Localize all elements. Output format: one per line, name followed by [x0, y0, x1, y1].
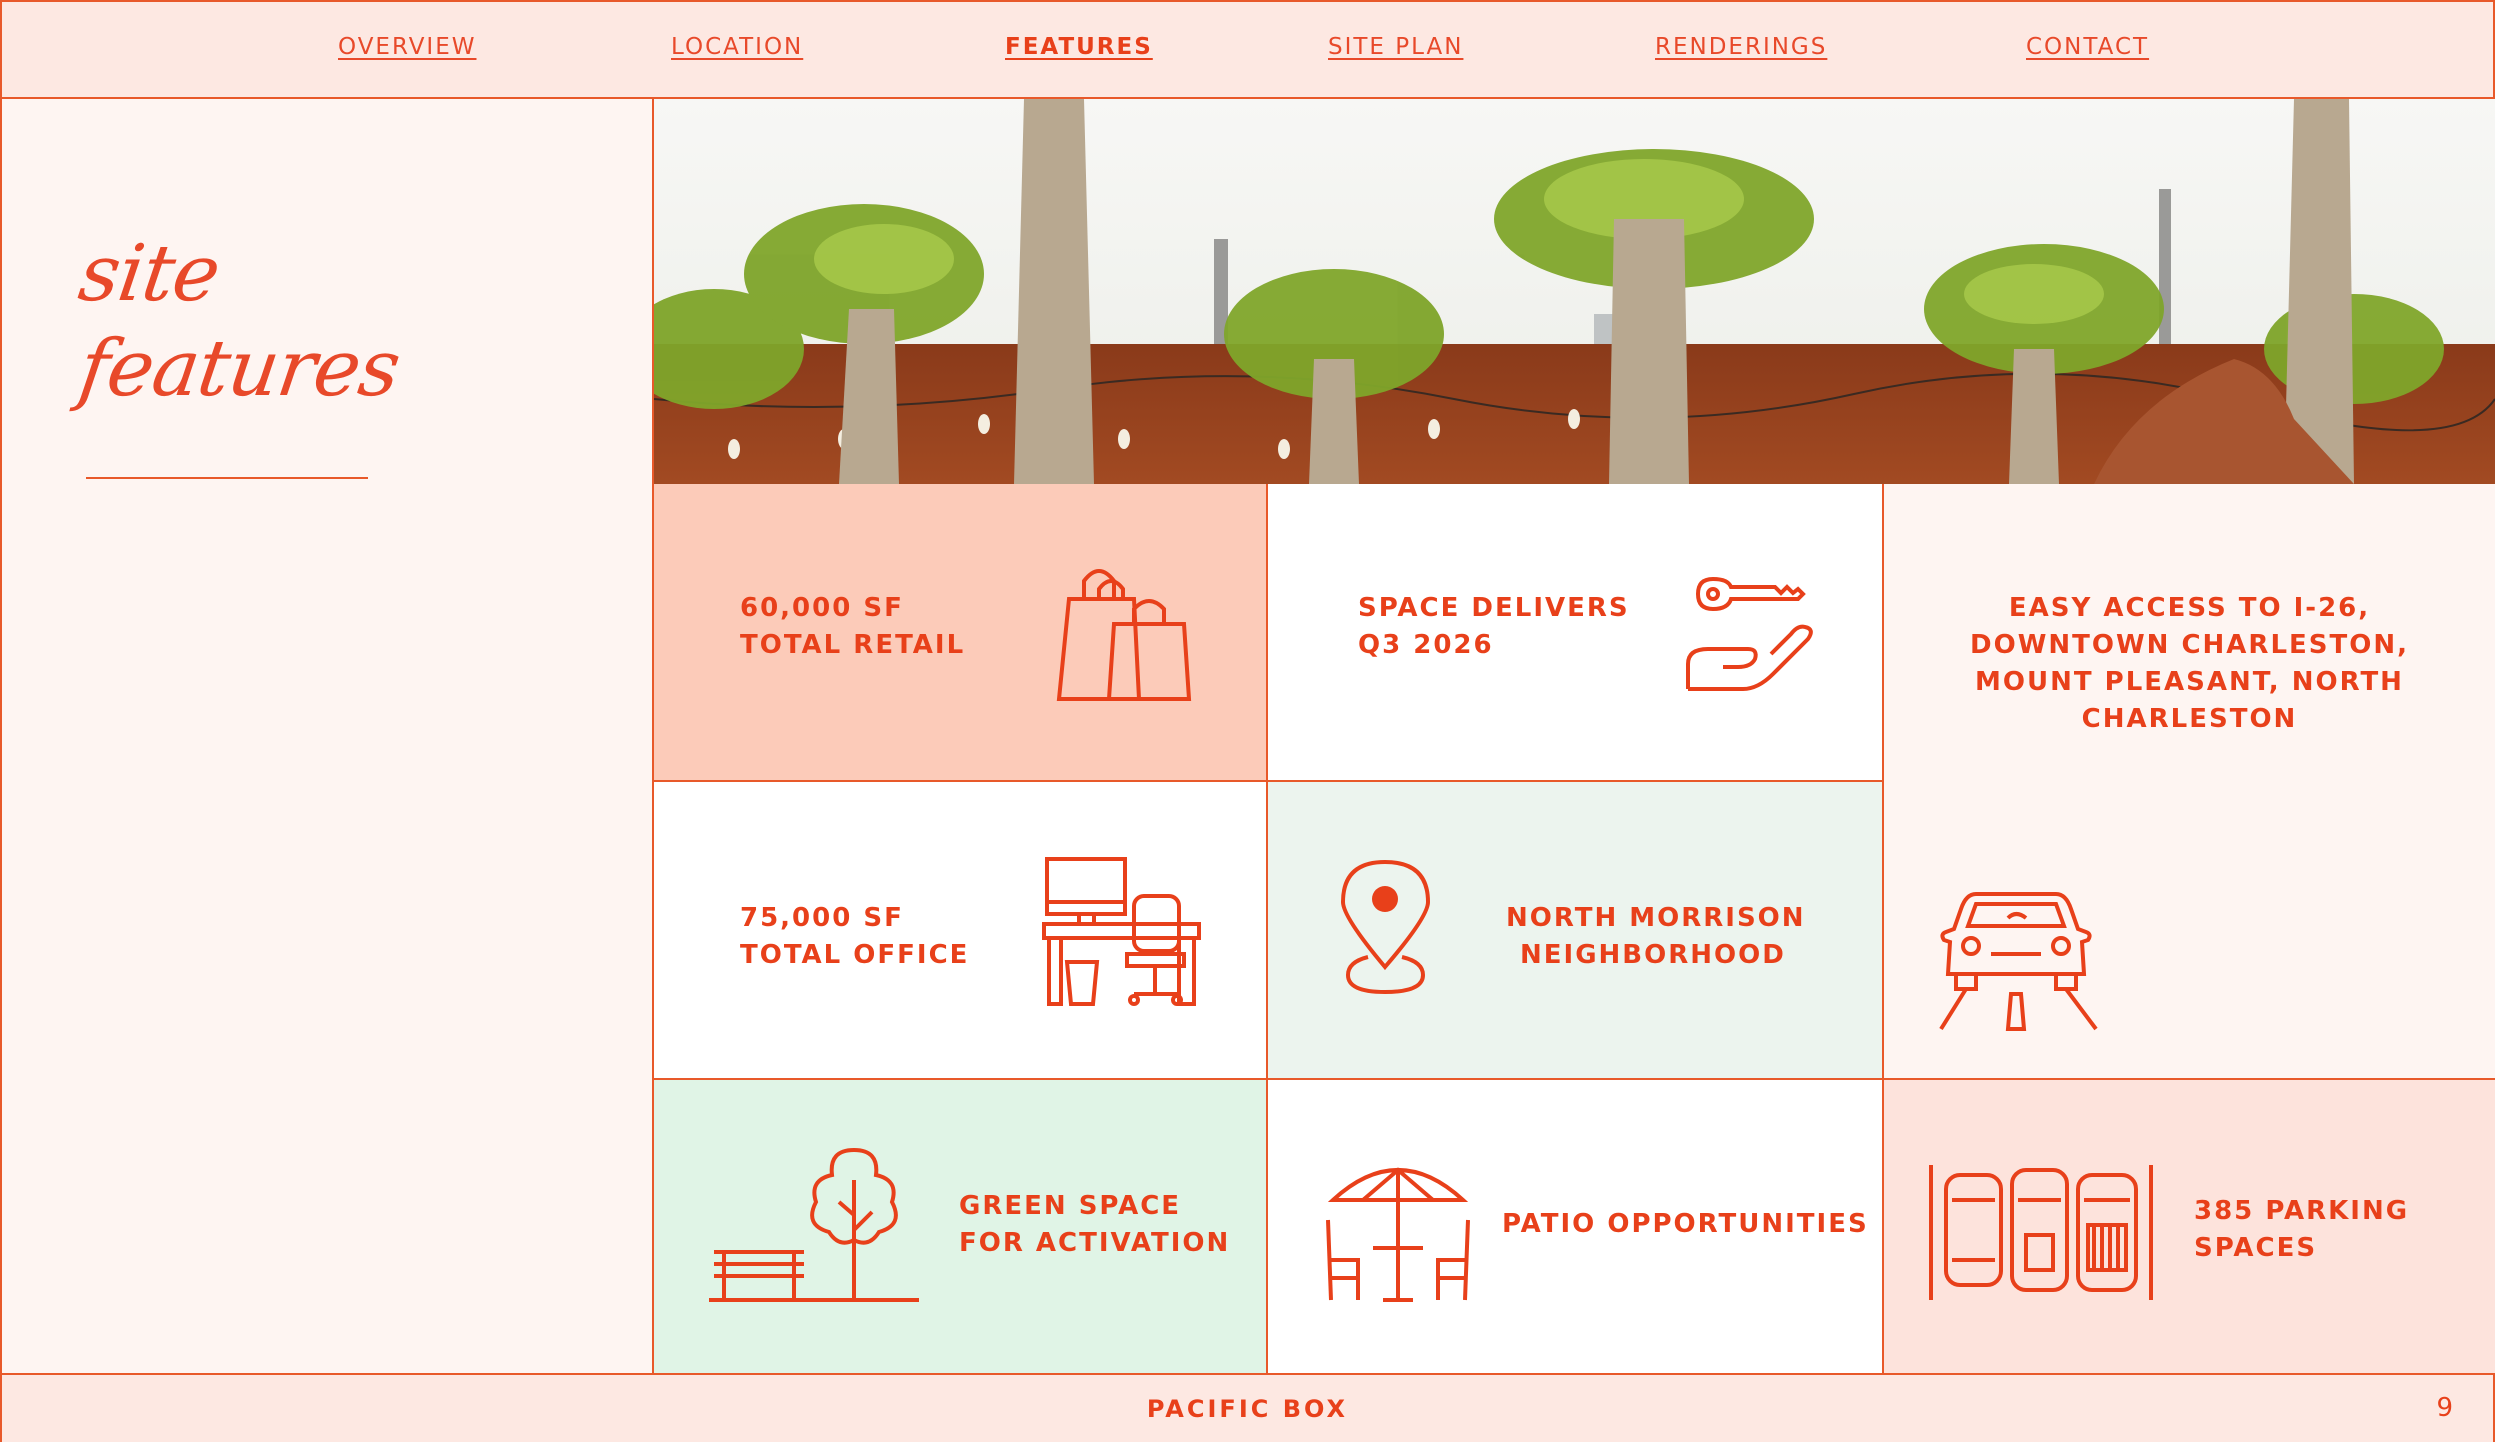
feature-office: 75,000 SF TOTAL OFFICE	[652, 782, 1268, 1080]
sidebar-title-line1: site	[73, 229, 225, 319]
parked-cars-icon	[1929, 1165, 2153, 1300]
feature-access: EASY ACCESS TO I-26, DOWNTOWN CHARLESTON…	[1884, 484, 2495, 1080]
feature-retail: 60,000 SF TOTAL RETAIL	[652, 484, 1268, 782]
patio-umbrella-icon	[1326, 1167, 1470, 1302]
tree-bench-icon	[709, 1147, 919, 1302]
green-line1: GREEN SPACE	[959, 1191, 1182, 1221]
nav-link-location[interactable]: LOCATION	[671, 34, 803, 60]
office-desk-icon	[1042, 857, 1201, 1006]
nav-link-contact[interactable]: CONTACT	[2026, 34, 2149, 60]
shopping-bags-icon	[1056, 569, 1192, 701]
top-navigation: OVERVIEW LOCATION FEATURES SITE PLAN REN…	[2, 2, 2493, 99]
office-line2: TOTAL OFFICE	[740, 940, 970, 970]
patio-line1: PATIO OPPORTUNITIES	[1502, 1209, 1869, 1239]
parking-line1: 385 PARKING	[2194, 1196, 2410, 1226]
nav-link-overview[interactable]: OVERVIEW	[338, 34, 476, 60]
office-line1: 75,000 SF	[740, 903, 904, 933]
retail-line1: 60,000 SF	[740, 593, 904, 623]
delivery-line2: Q3 2026	[1358, 630, 1494, 660]
feature-patio: PATIO OPPORTUNITIES	[1268, 1080, 1884, 1373]
access-line2: DOWNTOWN CHARLESTON,	[1970, 630, 2409, 660]
nav-link-renderings[interactable]: RENDERINGS	[1655, 34, 1827, 60]
neighborhood-line2: NEIGHBORHOOD	[1520, 940, 1786, 970]
feature-parking: 385 PARKING SPACES	[1884, 1080, 2495, 1373]
parking-line2: SPACES	[2194, 1233, 2318, 1263]
access-line3: MOUNT PLEASANT, NORTH	[1975, 667, 2404, 697]
sidebar-divider	[86, 477, 368, 479]
location-pin-icon	[1340, 859, 1431, 995]
feature-delivery: SPACE DELIVERS Q3 2026	[1268, 484, 1884, 782]
green-line2: FOR ACTIVATION	[959, 1228, 1231, 1258]
retail-line2: TOTAL RETAIL	[740, 630, 966, 660]
page-number: 9	[2436, 1393, 2453, 1423]
palm-trees-photo	[654, 99, 2495, 486]
footer-bar: PACIFIC BOX 9	[2, 1373, 2493, 1442]
feature-neighborhood: NORTH MORRISON NEIGHBORHOOD	[1268, 782, 1884, 1080]
car-on-road-icon	[1939, 892, 2098, 1031]
sidebar-title-line2: features	[73, 324, 405, 414]
sidebar-panel: site features	[2, 99, 654, 1371]
delivery-line1: SPACE DELIVERS	[1358, 593, 1630, 623]
slide-page: OVERVIEW LOCATION FEATURES SITE PLAN REN…	[0, 0, 2495, 1442]
access-line1: EASY ACCESS TO I-26,	[2008, 593, 2371, 623]
footer-title: PACIFIC BOX	[1146, 1395, 1349, 1423]
access-line4: CHARLESTON	[2081, 704, 2298, 734]
nav-link-features[interactable]: FEATURES	[1005, 34, 1153, 60]
feature-green-space: GREEN SPACE FOR ACTIVATION	[652, 1080, 1268, 1373]
neighborhood-line1: NORTH MORRISON	[1506, 903, 1806, 933]
nav-link-site-plan[interactable]: SITE PLAN	[1328, 34, 1463, 60]
key-in-hand-icon	[1686, 576, 1813, 691]
